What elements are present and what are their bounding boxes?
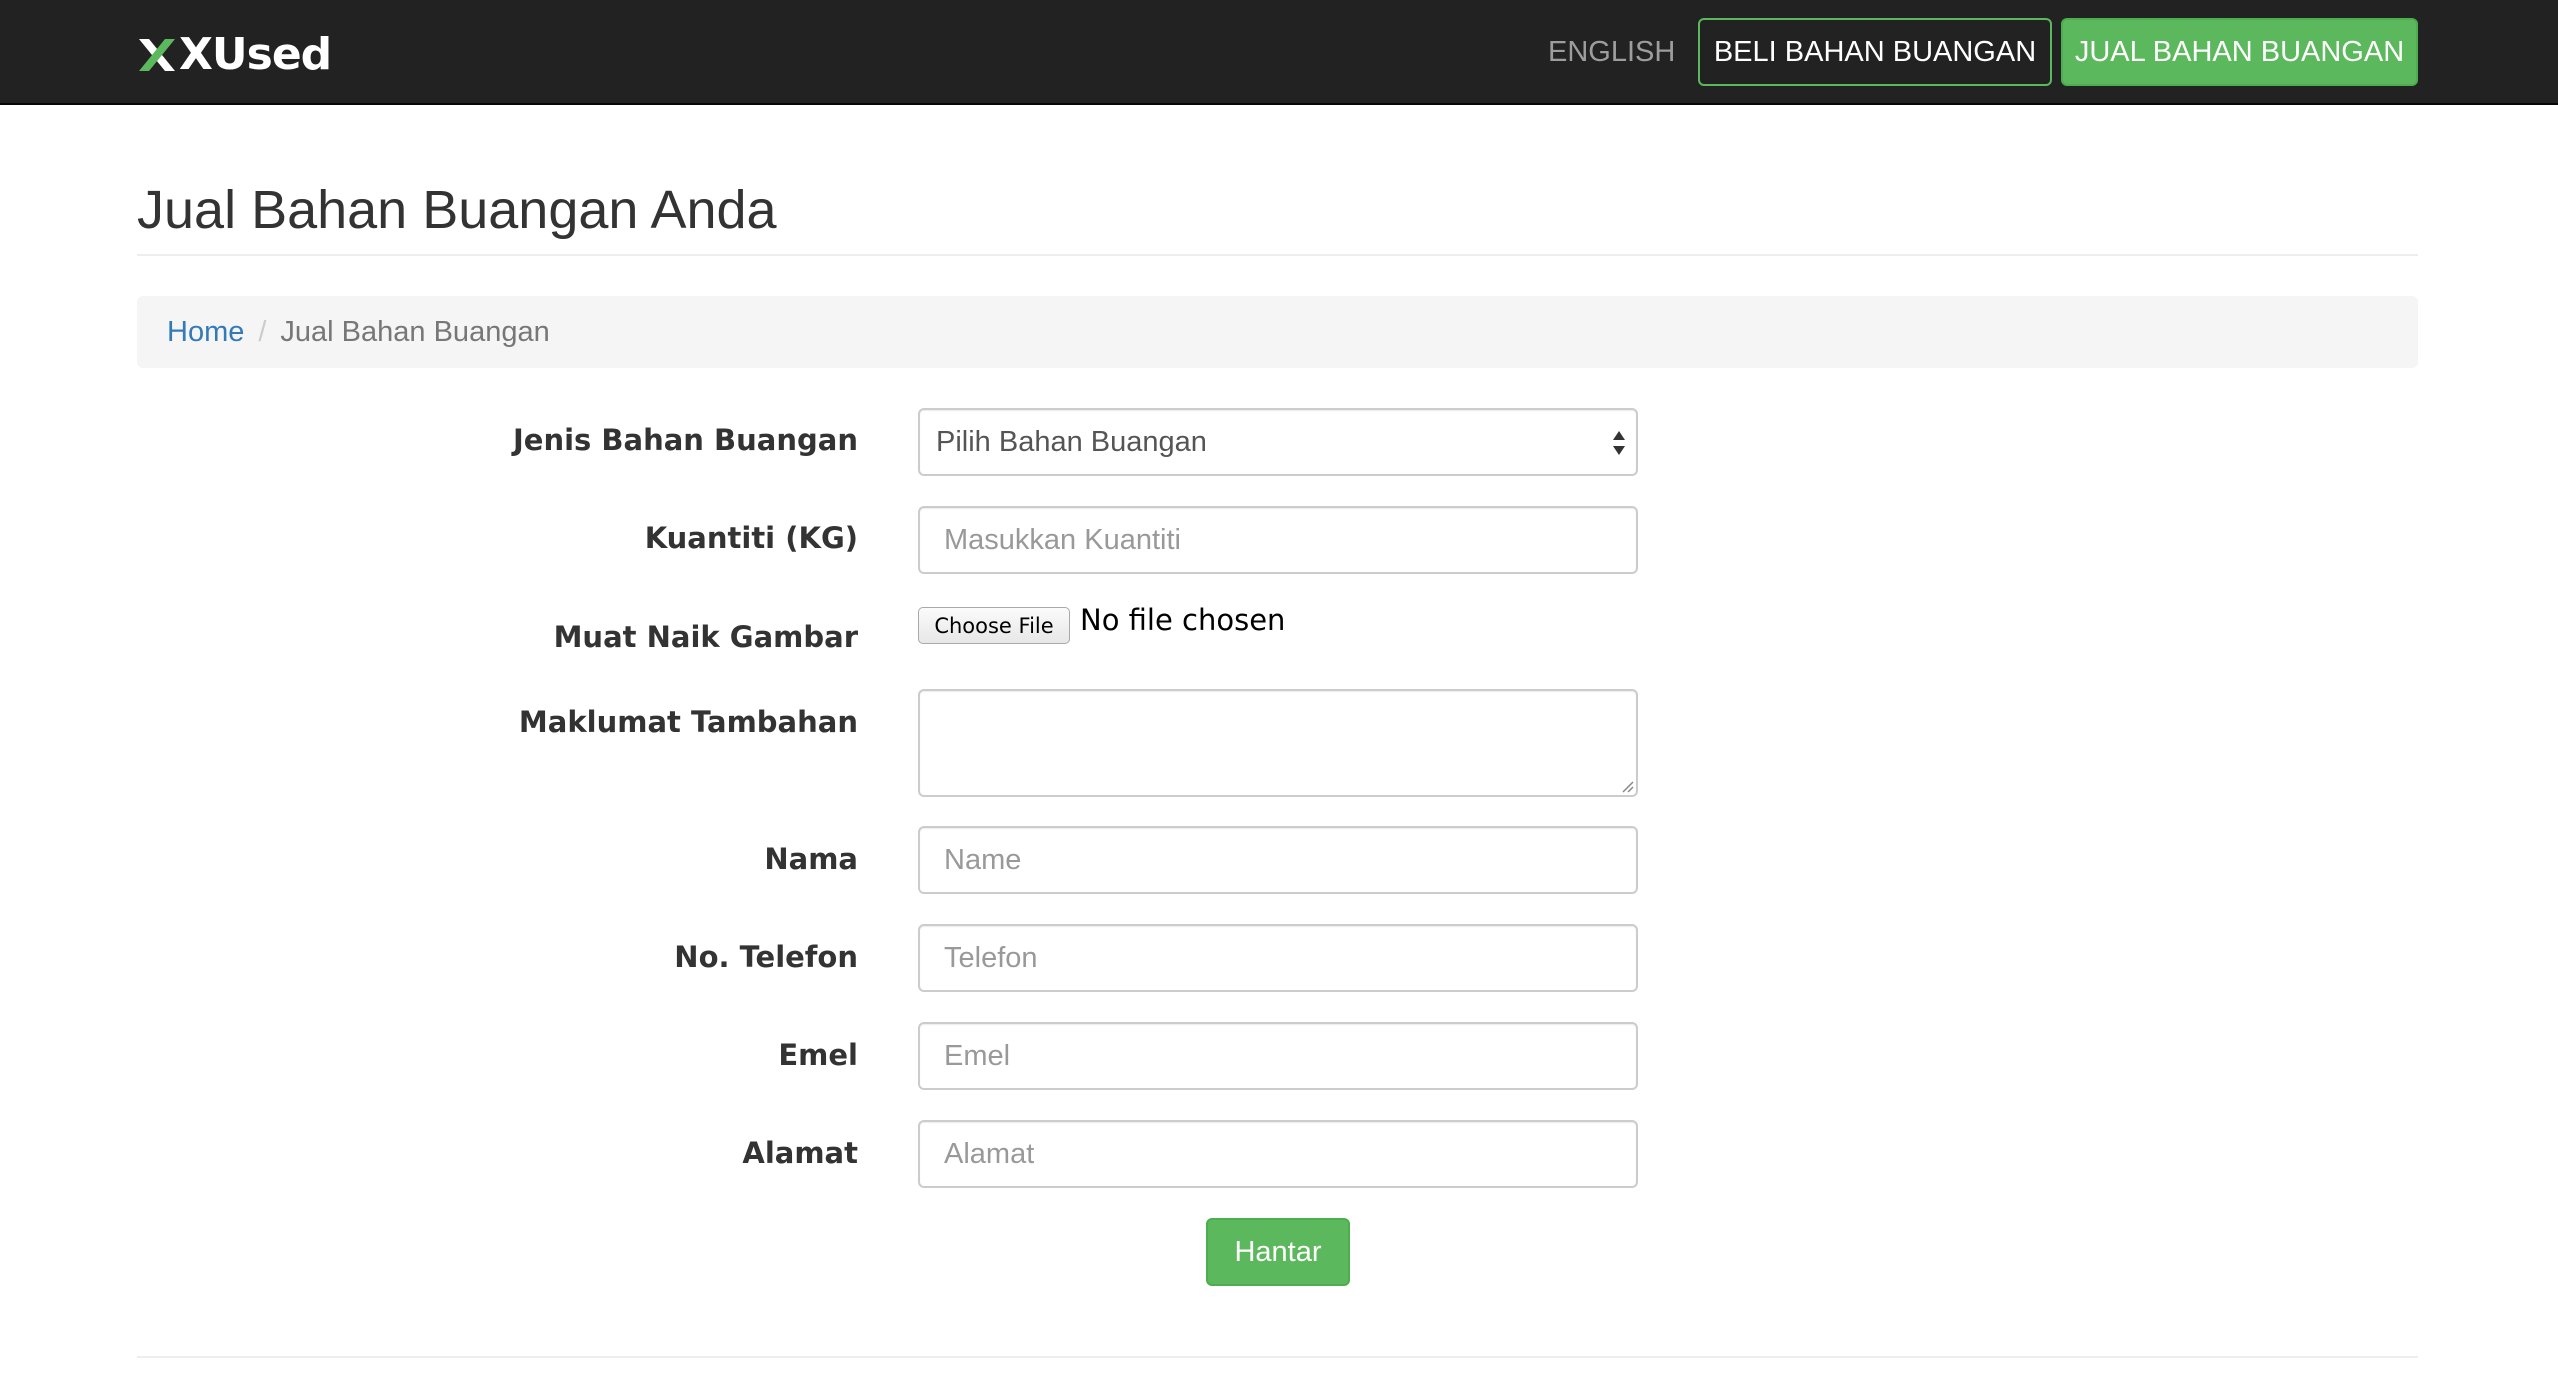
breadcrumb-current: Jual Bahan Buangan [280, 315, 550, 348]
title-divider [137, 254, 2418, 256]
brand-x-icon [139, 39, 175, 71]
navbar: XUsed ENGLISH BELI BAHAN BUANGAN JUAL BA… [0, 0, 2558, 105]
phone-label: No. Telefon [674, 940, 858, 974]
file-status-text: No file chosen [1080, 603, 1286, 637]
language-link[interactable]: ENGLISH [1548, 30, 1675, 74]
resize-grip-icon[interactable] [1620, 779, 1634, 793]
name-label: Nama [764, 842, 858, 876]
address-input[interactable] [918, 1120, 1638, 1188]
waste-type-label: Jenis Bahan Buangan [513, 423, 858, 457]
breadcrumb-home-link[interactable]: Home [167, 316, 244, 349]
phone-input[interactable] [918, 924, 1638, 992]
breadcrumb: Home / Jual Bahan Buangan [137, 296, 2418, 368]
quantity-input[interactable] [918, 506, 1638, 574]
footer-divider [137, 1356, 2418, 1358]
brand-logo[interactable]: XUsed [137, 29, 332, 80]
address-label: Alamat [742, 1136, 858, 1170]
page-title: Jual Bahan Buangan Anda [137, 180, 777, 240]
sell-waste-button[interactable]: JUAL BAHAN BUANGAN [2061, 18, 2418, 86]
upload-image-label: Muat Naik Gambar [553, 620, 858, 654]
buy-waste-button[interactable]: BELI BAHAN BUANGAN [1698, 18, 2052, 86]
select-arrows-icon [1613, 431, 1625, 455]
waste-type-select[interactable]: Pilih Bahan Buangan [918, 408, 1638, 476]
quantity-label: Kuantiti (KG) [644, 521, 858, 555]
email-input[interactable] [918, 1022, 1638, 1090]
name-input[interactable] [918, 826, 1638, 894]
brand-name: XUsed [179, 29, 332, 80]
choose-file-button[interactable]: Choose File [918, 607, 1070, 644]
waste-type-selected-value: Pilih Bahan Buangan [936, 425, 1207, 458]
email-label: Emel [778, 1038, 858, 1072]
breadcrumb-separator: / [258, 315, 267, 348]
extra-info-label: Maklumat Tambahan [518, 705, 858, 739]
submit-button[interactable]: Hantar [1206, 1218, 1350, 1286]
extra-info-textarea[interactable] [918, 689, 1638, 797]
